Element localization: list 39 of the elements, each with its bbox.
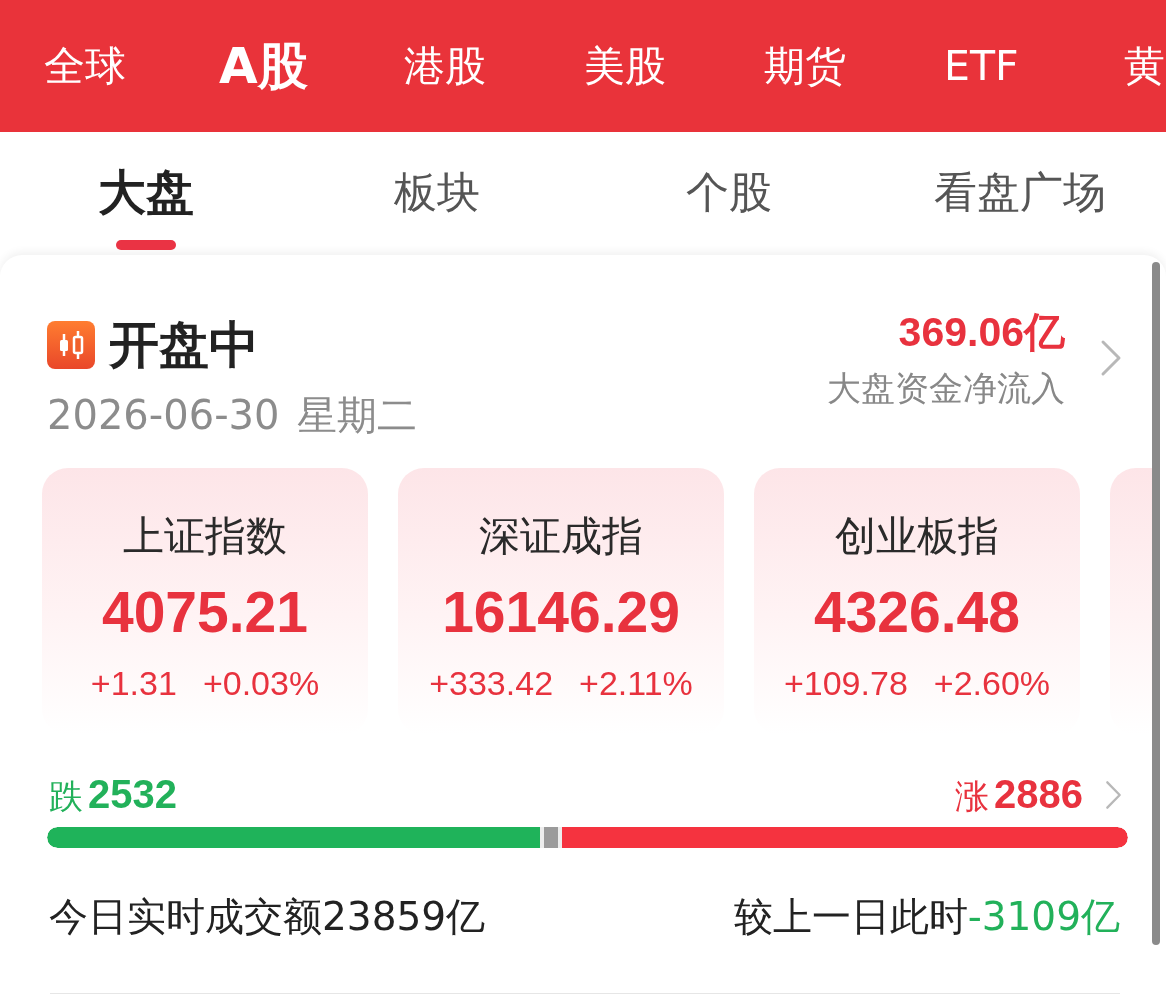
market-tab[interactable]: 黄 xyxy=(1124,41,1165,91)
index-name: 上证指数 xyxy=(123,512,287,560)
index-change-percent: +2.11% xyxy=(579,663,693,704)
net-inflow-label: 大盘资金净流入 xyxy=(827,370,1065,406)
market-tab[interactable]: ETF xyxy=(944,41,1019,91)
section-tab[interactable]: 个股 xyxy=(685,166,772,218)
index-change: +1.31 xyxy=(90,663,177,704)
scrollbar[interactable] xyxy=(1152,262,1160,945)
net-inflow-value: 369.06亿 xyxy=(898,309,1065,355)
status-title: 开盘中 xyxy=(109,317,259,373)
section-tab[interactable]: 看盘广场 xyxy=(934,166,1107,218)
weekday-text: 星期二 xyxy=(297,392,418,438)
section-tab[interactable]: 大盘 xyxy=(97,166,194,250)
section-tab[interactable]: 板块 xyxy=(394,166,481,218)
date-text: 2026-06-30 xyxy=(47,392,280,438)
index-name: 深证成指 xyxy=(479,512,643,560)
index-value: 4326.48 xyxy=(813,580,1020,644)
candlestick-icon xyxy=(47,321,95,369)
index-change-percent: +0.03% xyxy=(202,663,320,704)
index-change: +333.42 xyxy=(429,663,554,704)
market-tab[interactable]: 美股 xyxy=(584,41,666,91)
market-tab[interactable]: 期货 xyxy=(764,41,846,91)
chevron-right-icon[interactable] xyxy=(1100,338,1122,377)
market-tab[interactable]: 港股 xyxy=(404,41,486,91)
index-change-percent: +2.60% xyxy=(933,663,1051,704)
decline-label: 跌 xyxy=(49,775,83,817)
compare-label: 较上一日此时 xyxy=(733,893,968,941)
index-name: 创业板指 xyxy=(835,512,999,560)
market-tab[interactable]: A股 xyxy=(219,37,308,95)
chevron-right-icon[interactable] xyxy=(1105,780,1122,810)
decline-count: 2532 xyxy=(88,773,177,815)
turnover-text: 今日实时成交额23859亿 xyxy=(49,893,486,941)
advance-count: 2886 xyxy=(994,773,1083,815)
advance-label: 涨 xyxy=(955,775,989,817)
index-value: 4075.21 xyxy=(101,580,308,644)
index-value: 16146.29 xyxy=(442,580,680,644)
market-tab[interactable]: 全球 xyxy=(44,41,126,91)
index-change: +109.78 xyxy=(783,663,908,704)
compare-value: -3109亿 xyxy=(967,893,1120,941)
